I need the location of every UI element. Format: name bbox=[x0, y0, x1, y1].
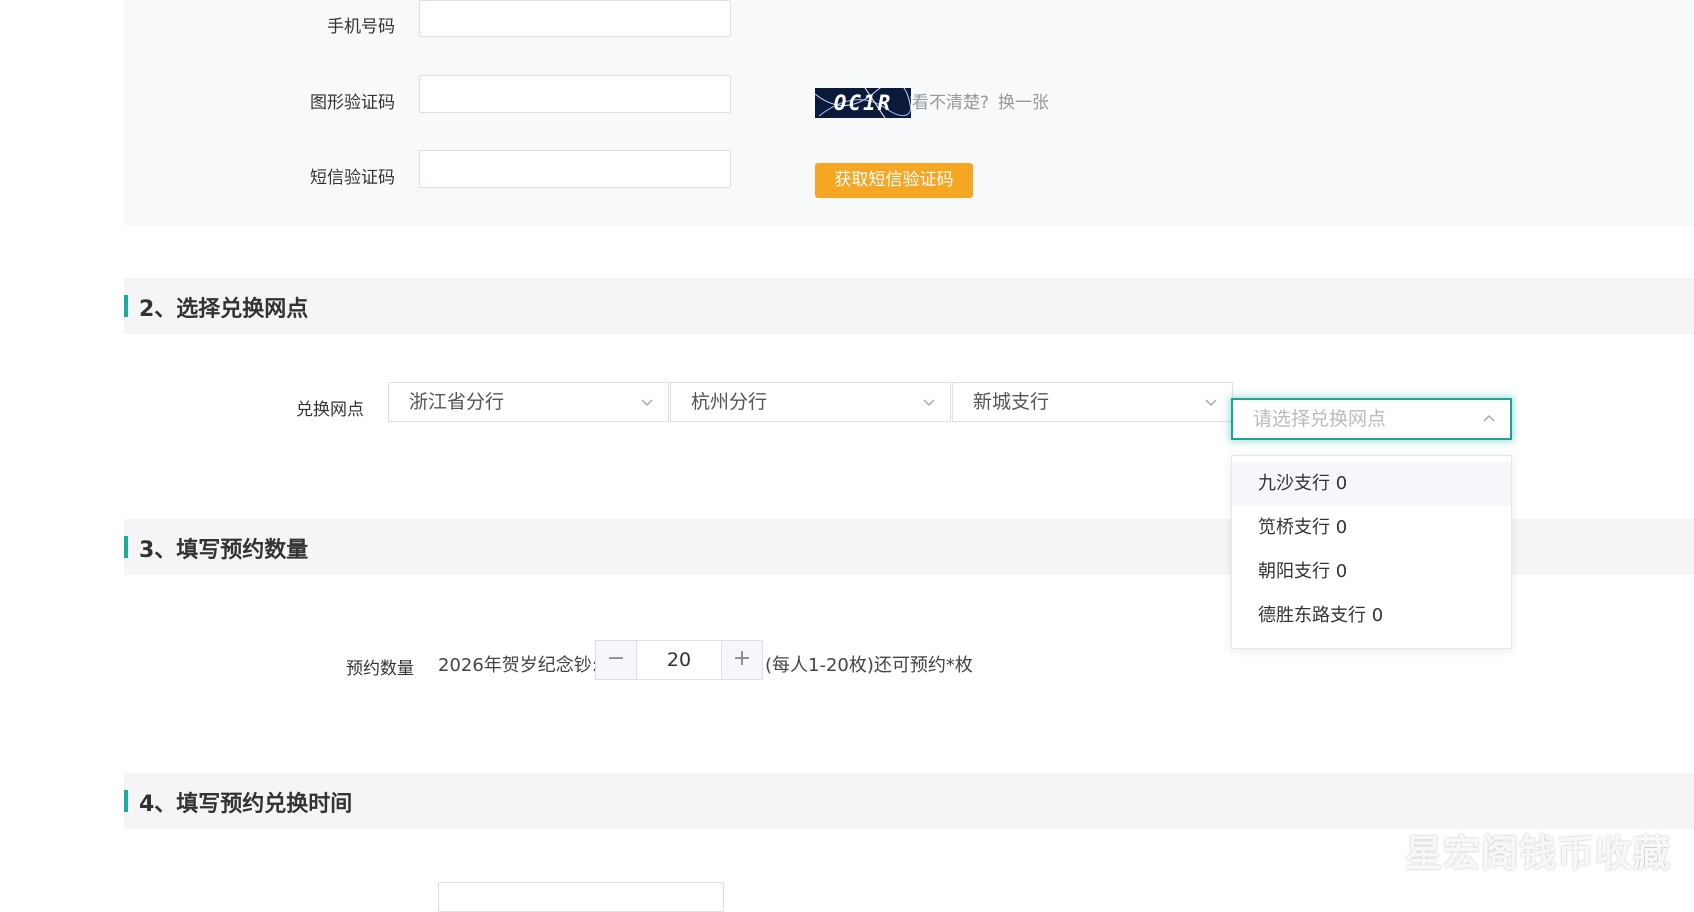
chevron-up-icon bbox=[1483, 414, 1495, 422]
province-select[interactable]: 浙江省分行 bbox=[388, 382, 669, 422]
exchange-point-select[interactable]: 请选择兑换网点 bbox=[1231, 398, 1512, 440]
sms-label: 短信验证码 bbox=[310, 168, 395, 188]
exchange-point-placeholder: 请选择兑换网点 bbox=[1253, 408, 1387, 430]
city-select-value: 杭州分行 bbox=[691, 391, 768, 413]
dropdown-option[interactable]: 笕桥支行 0 bbox=[1232, 506, 1511, 550]
quantity-stepper: − 20 + bbox=[595, 640, 763, 680]
section-accent-bar bbox=[124, 295, 128, 317]
quantity-prefix: 2026年贺岁纪念钞: bbox=[438, 655, 598, 676]
section-accent-bar bbox=[124, 536, 128, 558]
captcha-image[interactable]: OC1R bbox=[815, 88, 911, 118]
chevron-down-icon bbox=[923, 399, 935, 407]
city-select[interactable]: 杭州分行 bbox=[670, 382, 951, 422]
dropdown-option[interactable]: 九沙支行 0 bbox=[1232, 462, 1511, 506]
sms-code-input[interactable] bbox=[419, 150, 731, 188]
watermark-text: 星宏阁钱币收藏 bbox=[1405, 832, 1671, 875]
date-input[interactable] bbox=[438, 882, 724, 912]
get-sms-code-button[interactable]: 获取短信验证码 bbox=[815, 163, 973, 198]
captcha-text: OC1R bbox=[833, 91, 893, 115]
phone-input[interactable] bbox=[419, 0, 731, 37]
branch-label: 兑换网点 bbox=[296, 400, 364, 420]
dropdown-option[interactable]: 朝阳支行 0 bbox=[1232, 550, 1511, 594]
chevron-down-icon bbox=[641, 399, 653, 407]
section-header-branch bbox=[124, 278, 1694, 334]
increment-button[interactable]: + bbox=[721, 641, 762, 679]
chevron-down-icon bbox=[1205, 399, 1217, 407]
captcha-refresh-link[interactable]: 换一张 bbox=[998, 88, 1049, 113]
section-header-time bbox=[124, 773, 1694, 829]
captcha-hint: 看不清楚? bbox=[912, 93, 990, 113]
decrement-button[interactable]: − bbox=[596, 641, 637, 679]
dropdown-option[interactable]: 德胜东路支行 0 bbox=[1232, 594, 1511, 638]
captcha-input[interactable] bbox=[419, 75, 731, 113]
quantity-note: (每人1-20枚)还可预约*枚 bbox=[765, 655, 973, 676]
subbranch-select-value: 新城支行 bbox=[973, 391, 1050, 413]
quantity-label: 预约数量 bbox=[346, 659, 414, 679]
section-accent-bar bbox=[124, 790, 128, 812]
subbranch-select[interactable]: 新城支行 bbox=[952, 382, 1233, 422]
section-title-branch: 2、选择兑换网点 bbox=[139, 297, 309, 322]
captcha-label: 图形验证码 bbox=[310, 93, 395, 113]
province-select-value: 浙江省分行 bbox=[409, 391, 505, 413]
quantity-value[interactable]: 20 bbox=[637, 641, 721, 679]
section-title-time: 4、填写预约兑换时间 bbox=[139, 792, 353, 817]
phone-label: 手机号码 bbox=[327, 17, 395, 37]
exchange-point-dropdown: 九沙支行 0 笕桥支行 0 朝阳支行 0 德胜东路支行 0 bbox=[1231, 455, 1512, 649]
section-title-quantity: 3、填写预约数量 bbox=[139, 538, 309, 563]
